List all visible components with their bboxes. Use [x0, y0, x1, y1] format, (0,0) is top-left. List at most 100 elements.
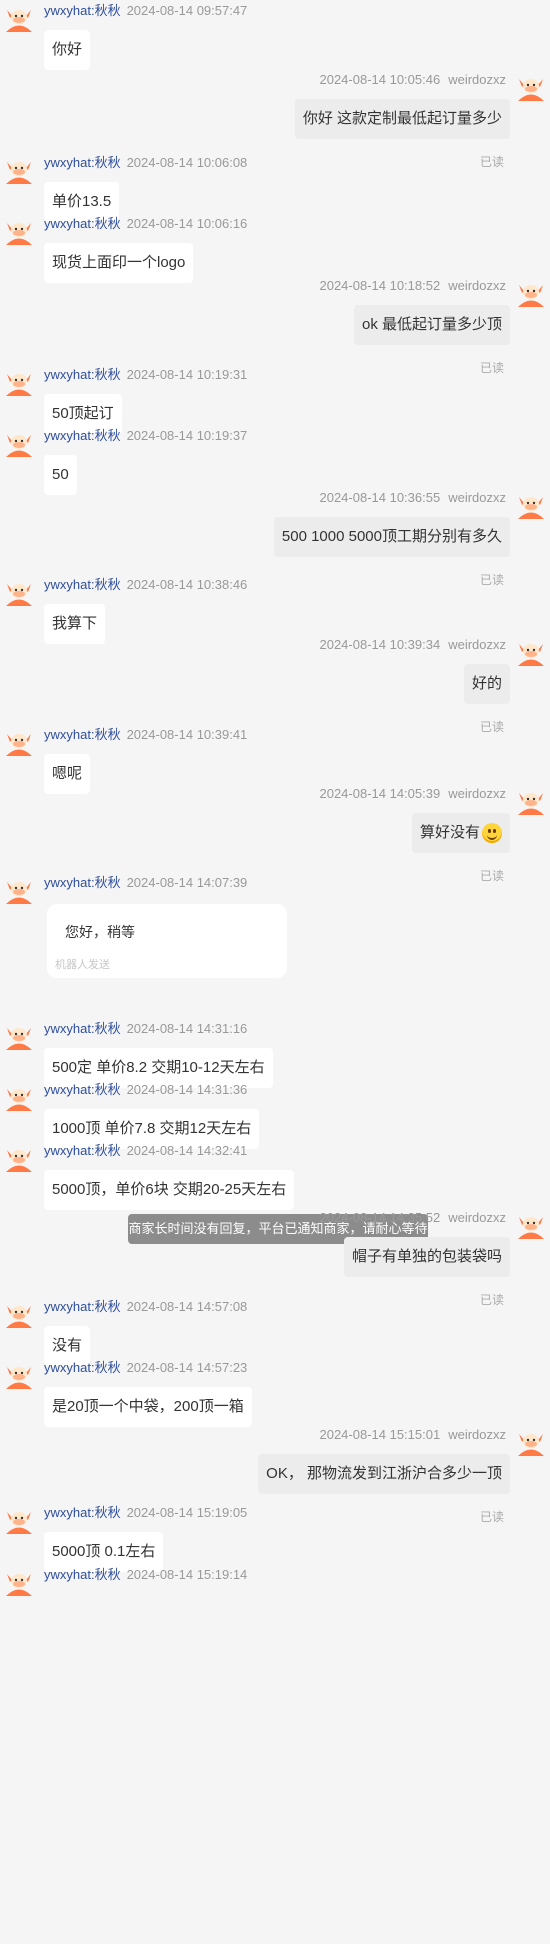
message-text: 5000顶，单价6块 交期20-25天左右	[52, 1181, 287, 1198]
message-meta: 2024-08-14 15:15:01 weirdozxz	[319, 1426, 506, 1444]
message-text: OK， 那物流发到江浙沪合多少一顶	[266, 1465, 502, 1482]
avatar-icon[interactable]	[4, 4, 34, 32]
sender-name: weirdozxz	[448, 278, 506, 293]
sender-name: weirdozxz	[448, 637, 506, 652]
sender-name[interactable]: ywxyhat:秋秋	[44, 1299, 121, 1314]
message-meta: 2024-08-14 14:05:39 weirdozxz	[319, 785, 506, 803]
sender-name[interactable]: ywxyhat:秋秋	[44, 216, 121, 231]
sender-name[interactable]: ywxyhat:秋秋	[44, 1360, 121, 1375]
sender-name: weirdozxz	[448, 1210, 506, 1225]
message-meta: 2024-08-14 10:18:52 weirdozxz	[319, 277, 506, 295]
message-bubble: OK， 那物流发到江浙沪合多少一顶	[258, 1454, 510, 1494]
message-timestamp: 2024-08-14 15:19:05	[126, 1505, 248, 1520]
sender-name[interactable]: ywxyhat:秋秋	[44, 155, 121, 170]
message-timestamp: 2024-08-14 10:19:37	[126, 428, 248, 443]
sender-name[interactable]: ywxyhat:秋秋	[44, 1567, 121, 1582]
sender-name: weirdozxz	[448, 1427, 506, 1442]
avatar-icon[interactable]	[4, 368, 34, 396]
message-text: 算好没有	[419, 824, 480, 841]
avatar-icon[interactable]	[516, 491, 546, 519]
avatar-icon[interactable]	[4, 429, 34, 457]
message-bubble: 5000顶，单价6块 交期20-25天左右	[44, 1170, 295, 1210]
avatar-icon[interactable]	[516, 638, 546, 666]
message-meta: ywxyhat:秋秋 2024-08-14 14:31:36	[44, 1081, 253, 1099]
avatar-icon[interactable]	[516, 1211, 546, 1239]
message-bubble: 嗯呢	[44, 754, 91, 794]
bot-sent-label: 机器人发送	[55, 959, 110, 971]
avatar-icon[interactable]	[4, 1022, 34, 1050]
sender-name[interactable]: ywxyhat:秋秋	[44, 577, 121, 592]
avatar-icon[interactable]	[4, 1083, 34, 1111]
message-bubble: 算好没有	[411, 813, 510, 854]
message-timestamp: 2024-08-14 14:31:36	[126, 1082, 248, 1097]
sender-name[interactable]: ywxyhat:秋秋	[44, 1505, 121, 1520]
message-timestamp: 2024-08-14 10:06:08	[126, 155, 248, 170]
sender-name[interactable]: ywxyhat:秋秋	[44, 875, 121, 890]
message-timestamp: 2024-08-14 10:06:16	[126, 216, 248, 231]
message-timestamp: 2024-08-14 10:36:55	[319, 490, 441, 505]
message-timestamp: 2024-08-14 10:05:46	[319, 72, 441, 87]
sender-name[interactable]: ywxyhat:秋秋	[44, 428, 121, 443]
sender-name[interactable]: ywxyhat:秋秋	[44, 1021, 121, 1036]
sender-name[interactable]: ywxyhat:秋秋	[44, 1143, 121, 1158]
message-text: 单价13.5	[52, 193, 112, 210]
message-timestamp: 2024-08-14 09:57:47	[126, 3, 248, 18]
avatar-icon[interactable]	[4, 217, 34, 245]
message-text: 500定 单价8.2 交期10-12天左右	[52, 1059, 265, 1076]
message-timestamp: 2024-08-14 14:05:39	[319, 786, 441, 801]
message-text: 没有	[52, 1337, 83, 1354]
message-meta: 2024-08-14 10:36:55 weirdozxz	[319, 489, 506, 507]
chat-history: 商家长时间没有回复，平台已通知商家，请耐心等待 ywxyhat:秋秋 2024-0…	[0, 0, 550, 1944]
read-status: 已读	[479, 573, 504, 587]
sender-name: weirdozxz	[448, 72, 506, 87]
message-text: 嗯呢	[52, 765, 83, 782]
message-bubble: 你好 这款定制最低起订量多少	[294, 99, 510, 139]
avatar-icon[interactable]	[516, 73, 546, 101]
message-timestamp: 2024-08-14 14:07:39	[126, 875, 248, 890]
avatar-icon[interactable]	[4, 1144, 34, 1172]
avatar-icon[interactable]	[4, 1300, 34, 1328]
avatar-icon[interactable]	[4, 578, 34, 606]
message-timestamp: 2024-08-14 14:32:41	[126, 1143, 248, 1158]
sender-name: weirdozxz	[448, 786, 506, 801]
message-bubble: 我算下	[44, 604, 106, 644]
sender-name[interactable]: ywxyhat:秋秋	[44, 727, 121, 742]
message-bubble: 现货上面印一个logo	[44, 243, 194, 283]
message-bubble: 500 1000 5000顶工期分别有多久	[273, 517, 510, 557]
sender-name[interactable]: ywxyhat:秋秋	[44, 367, 121, 382]
message-text: 我算下	[52, 615, 98, 632]
message-text: ok 最低起订量多少顶	[361, 316, 502, 333]
message-text: 500 1000 5000顶工期分别有多久	[281, 528, 502, 545]
message-meta: 2024-08-14 10:05:46 weirdozxz	[319, 71, 506, 89]
message-text: 现货上面印一个logo	[52, 254, 186, 271]
message-meta: ywxyhat:秋秋 2024-08-14 10:38:46	[44, 576, 253, 594]
avatar-icon[interactable]	[4, 728, 34, 756]
message-text: 50	[52, 466, 69, 483]
avatar-icon[interactable]	[516, 787, 546, 815]
avatar-icon[interactable]	[4, 1506, 34, 1534]
bot-message-card: 您好，稍等 机器人发送	[47, 904, 287, 978]
message-timestamp: 2024-08-14 14:31:16	[126, 1021, 248, 1036]
message-meta: ywxyhat:秋秋 2024-08-14 14:07:39	[44, 874, 253, 892]
message-meta: ywxyhat:秋秋 2024-08-14 10:19:37	[44, 427, 253, 445]
message-text: 是20顶一个中袋，200顶一箱	[52, 1398, 244, 1415]
message-timestamp: 2024-08-14 14:57:23	[126, 1360, 248, 1375]
avatar-icon[interactable]	[4, 1361, 34, 1389]
avatar-icon[interactable]	[4, 156, 34, 184]
message-bubble: 你好	[44, 30, 91, 70]
sender-name[interactable]: ywxyhat:秋秋	[44, 1082, 121, 1097]
sender-name[interactable]: ywxyhat:秋秋	[44, 3, 121, 18]
message-meta: ywxyhat:秋秋 2024-08-14 15:19:05	[44, 1504, 253, 1522]
message-timestamp: 2024-08-14 10:39:34	[319, 637, 441, 652]
message-text: 5000顶 0.1左右	[52, 1543, 156, 1560]
message-bubble: ok 最低起订量多少顶	[353, 305, 510, 345]
avatar-icon[interactable]	[4, 876, 34, 904]
avatar-icon[interactable]	[4, 1568, 34, 1596]
sender-name: weirdozxz	[448, 490, 506, 505]
avatar-icon[interactable]	[516, 279, 546, 307]
message-meta: ywxyhat:秋秋 2024-08-14 14:57:23	[44, 1359, 253, 1377]
read-status: 已读	[479, 869, 504, 883]
avatar-icon[interactable]	[516, 1428, 546, 1456]
message-bubble: 50	[44, 455, 77, 495]
message-text: 帽子有单独的包装袋吗	[351, 1248, 502, 1265]
